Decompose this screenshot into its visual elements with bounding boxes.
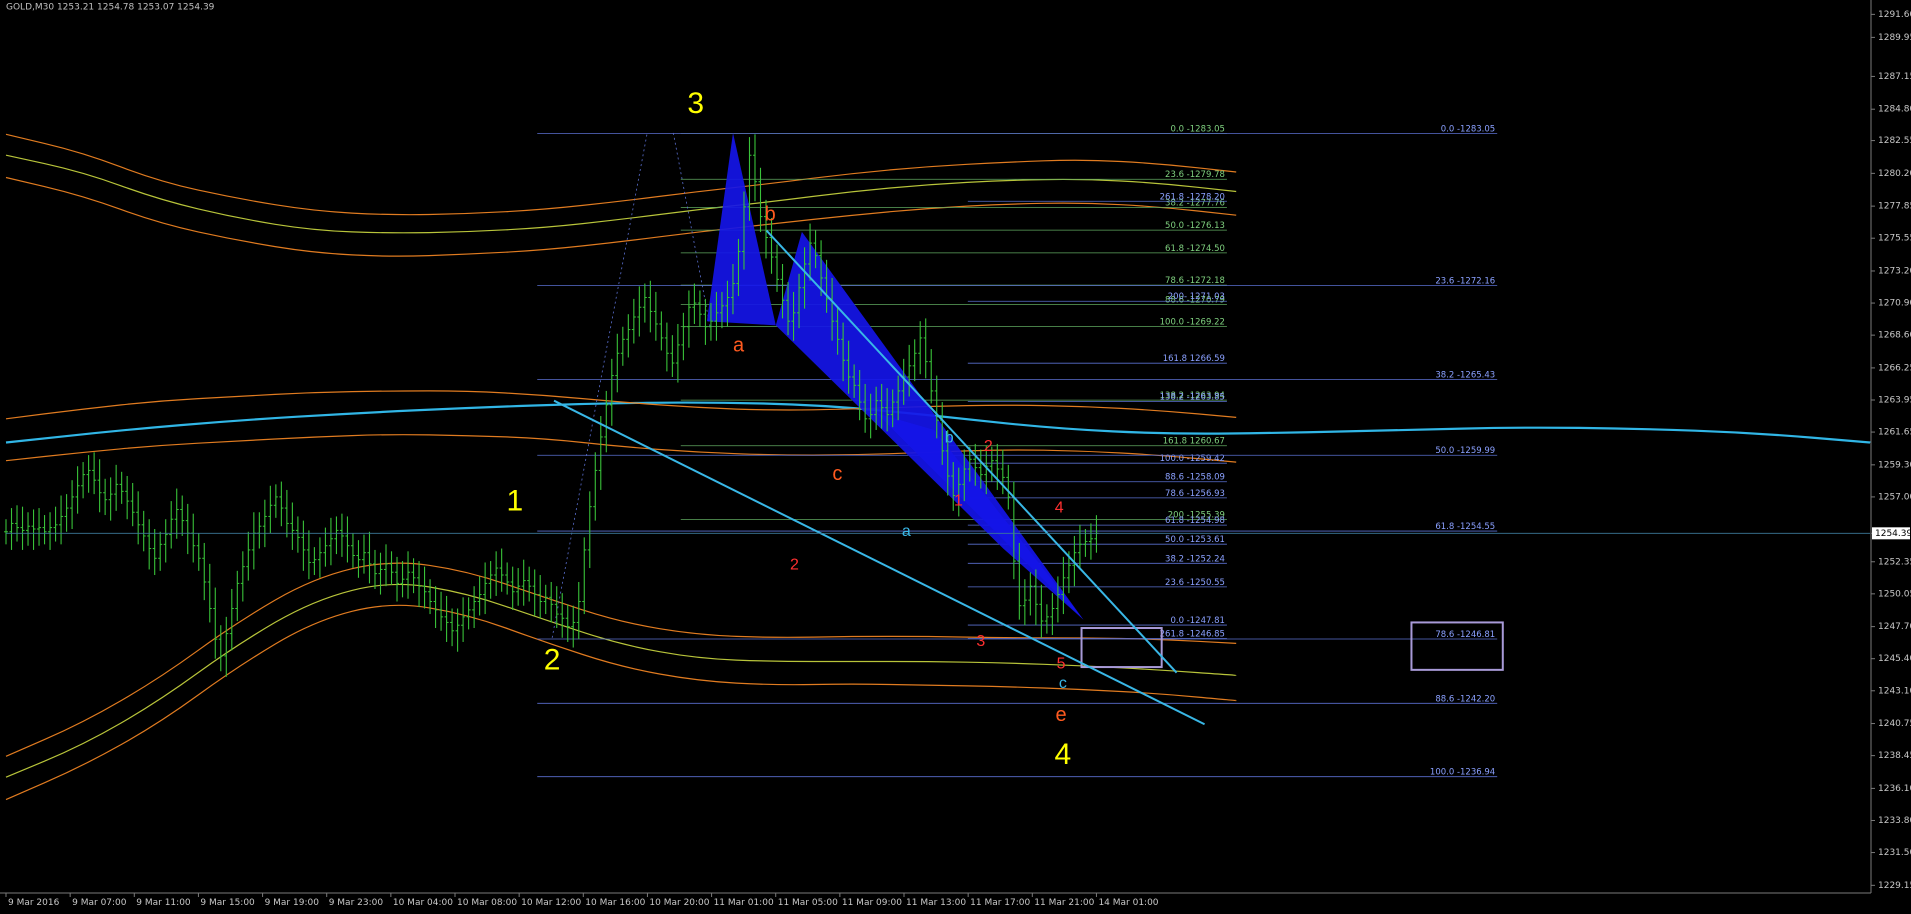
y-tick-label-26: 1231.50 bbox=[1878, 848, 1911, 858]
x-tick-label-13: 11 Mar 09:00 bbox=[842, 898, 902, 908]
x-tick-label-11: 11 Mar 01:00 bbox=[714, 898, 774, 908]
y-tick-label-18: 1250.05 bbox=[1878, 589, 1911, 599]
y-tick-label-0: 1291.60 bbox=[1878, 10, 1911, 20]
y-tick-label-20: 1245.40 bbox=[1878, 654, 1911, 664]
fib-label-left-1: 23.6 -1279.78 bbox=[1165, 170, 1225, 180]
fib-label-left-4: 61.8 -1274.50 bbox=[1165, 244, 1225, 254]
wave-label-2: 2 bbox=[544, 643, 561, 676]
x-tick-label-14: 11 Mar 13:00 bbox=[906, 898, 966, 908]
y-tick-label-17: 1252.35 bbox=[1878, 557, 1911, 567]
x-tick-label-6: 10 Mar 04:00 bbox=[393, 898, 453, 908]
y-tick-label-12: 1263.95 bbox=[1878, 395, 1911, 405]
y-tick-label-19: 1247.70 bbox=[1878, 622, 1911, 632]
current-price-label: 1254.39 bbox=[1875, 529, 1911, 539]
y-tick-label-5: 1280.20 bbox=[1878, 169, 1911, 179]
wave-label-7: e bbox=[1055, 704, 1066, 726]
wave-label-6: c bbox=[832, 463, 842, 485]
fib-label-right-1: 23.6 -1272.16 bbox=[1435, 276, 1495, 286]
fib-label-mid-10: 23.6 -1250.55 bbox=[1165, 578, 1225, 588]
y-tick-label-13: 1261.65 bbox=[1878, 428, 1911, 438]
y-tick-label-1: 1289.95 bbox=[1878, 33, 1911, 43]
x-tick-label-1: 9 Mar 07:00 bbox=[72, 898, 127, 908]
y-tick-label-22: 1240.75 bbox=[1878, 719, 1911, 729]
fib-label-mid-3: 138.2 -1263.85 bbox=[1160, 392, 1225, 402]
x-tick-label-9: 10 Mar 16:00 bbox=[585, 898, 645, 908]
wave-label-16: 5 bbox=[1057, 655, 1066, 672]
fib-label-mid-12: 261.8 -1246.85 bbox=[1160, 629, 1225, 639]
wave-label-3: 4 bbox=[1055, 738, 1072, 771]
y-tick-label-24: 1236.10 bbox=[1878, 784, 1911, 794]
y-tick-label-25: 1233.80 bbox=[1878, 816, 1911, 826]
fib-label-mid-9: 38.2 -1252.24 bbox=[1165, 554, 1225, 564]
fib-label-right-6: 88.6 -1242.20 bbox=[1435, 694, 1495, 704]
x-tick-label-16: 11 Mar 21:00 bbox=[1034, 898, 1094, 908]
y-tick-label-9: 1270.90 bbox=[1878, 299, 1911, 309]
x-tick-label-7: 10 Mar 08:00 bbox=[457, 898, 517, 908]
y-tick-label-6: 1277.85 bbox=[1878, 202, 1911, 212]
fib-label-left-9: 161.8 1260.67 bbox=[1163, 437, 1225, 447]
x-tick-label-3: 9 Mar 15:00 bbox=[200, 898, 255, 908]
y-tick-label-8: 1273.20 bbox=[1878, 266, 1911, 276]
y-tick-label-2: 1287.15 bbox=[1878, 72, 1911, 82]
y-tick-label-11: 1266.25 bbox=[1878, 363, 1911, 373]
y-tick-label-15: 1257.00 bbox=[1878, 492, 1911, 502]
wave-label-14: 3 bbox=[976, 633, 985, 650]
fib-label-mid-4: 100.0 -1259.42 bbox=[1160, 454, 1225, 464]
fib-label-mid-0: 261.8 -1278.20 bbox=[1160, 192, 1225, 202]
fib-label-right-2: 38.2 -1265.43 bbox=[1435, 370, 1495, 380]
x-tick-label-17: 14 Mar 01:00 bbox=[1098, 898, 1158, 908]
x-tick-label-15: 11 Mar 17:00 bbox=[970, 898, 1030, 908]
x-tick-label-0: 9 Mar 2016 bbox=[8, 898, 60, 908]
wave-label-11: 2 bbox=[790, 556, 799, 573]
fib-label-mid-5: 88.6 -1258.09 bbox=[1165, 473, 1225, 483]
fib-label-right-0: 0.0 -1283.05 bbox=[1441, 125, 1495, 135]
wave-label-10: c bbox=[1059, 675, 1067, 692]
wave-label-0: 3 bbox=[687, 87, 704, 120]
y-tick-label-3: 1284.80 bbox=[1878, 105, 1911, 115]
fib-label-left-7: 100.0 -1269.22 bbox=[1160, 317, 1225, 327]
y-tick-label-7: 1275.55 bbox=[1878, 234, 1911, 244]
wave-label-5: a bbox=[733, 335, 745, 357]
y-tick-label-21: 1243.10 bbox=[1878, 686, 1911, 696]
wave-label-4: b bbox=[765, 203, 776, 225]
wave-label-9: a bbox=[902, 523, 911, 540]
chart-title: GOLD,M30 1253.21 1254.78 1253.07 1254.39 bbox=[6, 3, 215, 13]
fib-label-right-5: 78.6 -1246.81 bbox=[1435, 630, 1495, 640]
y-tick-label-23: 1238.45 bbox=[1878, 751, 1911, 761]
x-tick-label-8: 10 Mar 12:00 bbox=[521, 898, 581, 908]
fib-label-mid-1: 200- 1271.03 bbox=[1168, 292, 1225, 302]
fib-label-left-3: 50.0 -1276.13 bbox=[1165, 221, 1225, 231]
chart-window[interactable]: 0.0 -1283.05 23.6 -1279.78 38.2 -1277.76 50… bbox=[0, 0, 1911, 914]
y-tick-label-4: 1282.55 bbox=[1878, 136, 1911, 146]
wave-label-12: 2 bbox=[984, 438, 993, 455]
wave-label-8: b bbox=[945, 430, 954, 447]
y-tick-label-14: 1259.30 bbox=[1878, 460, 1911, 470]
wave-label-15: 4 bbox=[1055, 499, 1064, 516]
x-tick-label-4: 9 Mar 19:00 bbox=[265, 898, 320, 908]
wave-label-1: 1 bbox=[507, 484, 524, 517]
x-tick-label-2: 9 Mar 11:00 bbox=[136, 898, 191, 908]
fib-label-right-4: 61.8 -1254.55 bbox=[1435, 522, 1495, 532]
y-tick-label-10: 1268.60 bbox=[1878, 331, 1911, 341]
fib-label-mid-8: 50.0 -1253.61 bbox=[1165, 535, 1225, 545]
fib-label-mid-6: 78.6 -1256.93 bbox=[1165, 489, 1225, 499]
fib-label-left-5: 78.6 -1272.18 bbox=[1165, 276, 1225, 286]
y-tick-label-27: 1229.15 bbox=[1878, 881, 1911, 891]
fib-label-left-0: 0.0 -1283.05 bbox=[1170, 125, 1224, 135]
x-tick-label-5: 9 Mar 23:00 bbox=[329, 898, 384, 908]
price-chart[interactable]: 0.0 -1283.0523.6 -1279.7838.2 -1277.7650… bbox=[0, 0, 1911, 914]
fib-label-mid-2: 161.8 1266.59 bbox=[1163, 354, 1225, 364]
fib-label-right-3: 50.0 -1259.99 bbox=[1435, 446, 1495, 456]
x-tick-label-10: 10 Mar 20:00 bbox=[649, 898, 709, 908]
x-tick-label-12: 11 Mar 05:00 bbox=[778, 898, 838, 908]
fib-label-mid-7: 61.8 -1254.98 bbox=[1165, 516, 1225, 526]
wave-label-13: 1 bbox=[954, 492, 963, 509]
fib-label-right-7: 100.0 -1236.94 bbox=[1430, 768, 1495, 778]
fib-label-mid-11: 0.0 -1247.81 bbox=[1170, 616, 1224, 626]
